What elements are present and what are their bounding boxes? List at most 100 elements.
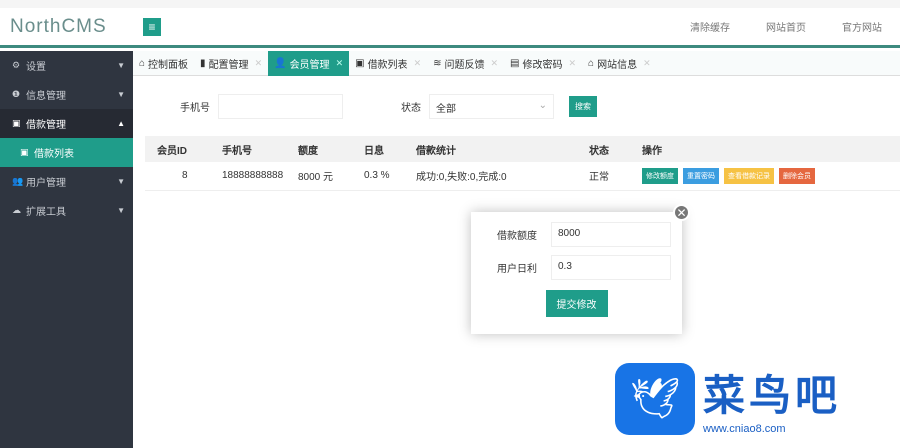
column-header: 借款统计 xyxy=(416,136,589,162)
cell-id: 8 xyxy=(145,162,222,191)
table-row: 8 18888888888 8000 元 0.3 % 成功:0,失败:0,完成:… xyxy=(145,162,900,191)
sidebar-item-label: 用户管理 xyxy=(26,178,66,189)
home-icon: ⌂ xyxy=(588,57,595,69)
tab-members[interactable]: 👤 会员管理 ✕ xyxy=(268,50,350,76)
close-icon[interactable]: ✕ xyxy=(491,58,499,69)
info-icon: ❶ xyxy=(12,89,21,99)
tab-loan-list[interactable]: ▣ 借款列表 ✕ xyxy=(349,51,427,76)
sidebar-item-tools[interactable]: ☁ 扩展工具 ▼ xyxy=(0,196,133,225)
rate-input[interactable]: 0.3 xyxy=(551,255,671,280)
sidebar-item-label: 信息管理 xyxy=(26,91,66,102)
tab-password[interactable]: ▤ 修改密码 ✕ xyxy=(504,51,582,76)
phone-label: 手机号 xyxy=(180,102,210,114)
limit-input[interactable]: 8000 xyxy=(551,222,671,247)
tab-dashboard[interactable]: ⌂ 控制面板 xyxy=(133,51,194,76)
phone-input[interactable] xyxy=(218,93,343,119)
close-icon[interactable]: ✕ xyxy=(673,204,690,221)
sidebar-item-label: 设置 xyxy=(26,62,46,73)
reset-password-button[interactable]: 重置密码 xyxy=(683,167,719,184)
sidebar-item-loan-list[interactable]: ▣ 借款列表 xyxy=(0,138,133,167)
cell-phone: 18888888888 xyxy=(222,162,298,191)
gears-icon: ⚙ xyxy=(12,60,21,70)
calendar-icon: ▣ xyxy=(12,118,21,128)
sidebar-item-label: 借款管理 xyxy=(26,120,66,131)
caret-down-icon: ▼ xyxy=(117,177,125,186)
caret-down-icon: ▼ xyxy=(117,61,125,70)
close-icon[interactable]: ✕ xyxy=(569,58,577,69)
close-icon[interactable]: ✕ xyxy=(643,58,651,69)
status-select-value: 全部 xyxy=(436,103,456,115)
rate-row: 用户日利 0.3 xyxy=(471,255,682,280)
card-icon: ▤ xyxy=(510,57,520,69)
cloud-icon: ☁ xyxy=(12,205,21,215)
watermark: 🕊 菜鸟吧 www.cniao8.com xyxy=(615,362,841,435)
cell-rate: 0.3 % xyxy=(364,162,416,191)
tab-label: 问题反馈 xyxy=(444,59,485,71)
cell-stats: 成功:0,失败:0,完成:0 xyxy=(416,162,589,191)
rss-icon: ≋ xyxy=(433,57,442,69)
search-button[interactable]: 搜索 xyxy=(569,95,597,117)
submit-button[interactable]: 提交修改 xyxy=(545,290,608,317)
caret-up-icon: ▲ xyxy=(117,119,125,128)
sidebar-item-users[interactable]: 👥 用户管理 ▼ xyxy=(0,167,133,196)
limit-row: 借款额度 8000 xyxy=(471,222,682,247)
delete-member-button[interactable]: 删除会员 xyxy=(779,167,815,184)
tab-label: 修改密码 xyxy=(522,59,563,71)
close-icon[interactable]: ✕ xyxy=(336,58,344,69)
header: NorthCMS ≡ 清除缓存 网站首页 官方网站 xyxy=(0,8,900,48)
book-icon: ▮ xyxy=(200,57,206,69)
tab-site-info[interactable]: ⌂ 网站信息 ✕ xyxy=(582,51,657,76)
tab-bar: ⌂ 控制面板 ▮ 配置管理 ✕ 👤 会员管理 ✕ ▣ 借款列表 ✕ ≋ 问题反馈 ✕ ▤ 修改密码 ✕… xyxy=(133,50,900,76)
close-icon[interactable]: ✕ xyxy=(414,58,422,69)
watermark-text: 菜鸟吧 xyxy=(703,371,842,420)
members-table: 会员ID 手机号 额度 日息 借款统计 状态 操作 8 18888888888 … xyxy=(145,136,900,191)
sidebar-item-loans[interactable]: ▣ 借款管理 ▲ xyxy=(0,109,133,138)
user-icon: 👤 xyxy=(274,57,287,69)
tab-label: 配置管理 xyxy=(208,59,249,71)
cell-limit: 8000 元 xyxy=(298,162,364,191)
watermark-url: www.cniao8.com xyxy=(703,423,786,435)
bird-logo-icon: 🕊 xyxy=(615,362,695,435)
users-icon: 👥 xyxy=(12,176,24,186)
caret-down-icon: ▼ xyxy=(117,90,125,99)
sidebar-item-label: 借款列表 xyxy=(34,149,74,160)
view-loans-button[interactable]: 查看借款记录 xyxy=(724,167,774,184)
rate-label: 用户日利 xyxy=(497,264,537,275)
column-header: 操作 xyxy=(642,136,900,162)
header-links: 清除缓存 网站首页 官方网站 xyxy=(672,19,900,34)
caret-down-icon: ▼ xyxy=(117,206,125,215)
column-header: 日息 xyxy=(364,136,416,162)
status-select[interactable]: 全部 ⌄ xyxy=(429,93,554,119)
limit-label: 借款额度 xyxy=(497,231,537,242)
site-home-link[interactable]: 网站首页 xyxy=(748,19,824,34)
tab-config[interactable]: ▮ 配置管理 ✕ xyxy=(194,51,268,76)
tab-label: 网站信息 xyxy=(597,59,638,71)
chevron-down-icon: ⌄ xyxy=(538,99,547,111)
tab-label: 控制面板 xyxy=(148,59,189,71)
table-header: 会员ID 手机号 额度 日息 借款统计 状态 操作 xyxy=(145,136,900,162)
column-header: 额度 xyxy=(298,136,364,162)
tab-label: 借款列表 xyxy=(367,59,408,71)
calendar-icon: ▣ xyxy=(355,57,365,69)
cell-actions: 修改额度 重置密码 查看借款记录 删除会员 xyxy=(642,162,900,191)
search-bar: 手机号 状态 全部 ⌄ 搜索 xyxy=(133,76,900,136)
browser-strip xyxy=(0,0,900,8)
edit-limit-button[interactable]: 修改额度 xyxy=(642,167,678,184)
column-header: 手机号 xyxy=(222,136,298,162)
sidebar: ⚙ 设置 ▼ ❶ 信息管理 ▼ ▣ 借款管理 ▲ ▣ 借款列表 👥 用户管理 ▼ ☁ 扩展工具 ▼ xyxy=(0,51,133,448)
column-header: 状态 xyxy=(589,136,642,162)
sidebar-item-label: 扩展工具 xyxy=(26,207,66,218)
calendar-icon: ▣ xyxy=(20,147,29,157)
menu-toggle-button[interactable]: ≡ xyxy=(143,17,161,36)
clear-cache-link[interactable]: 清除缓存 xyxy=(672,19,748,34)
sidebar-item-settings[interactable]: ⚙ 设置 ▼ xyxy=(0,51,133,80)
cell-status: 正常 xyxy=(589,162,642,191)
tab-feedback[interactable]: ≋ 问题反馈 ✕ xyxy=(427,51,504,76)
sidebar-item-info[interactable]: ❶ 信息管理 ▼ xyxy=(0,80,133,109)
tab-label: 会员管理 xyxy=(289,59,330,71)
close-icon[interactable]: ✕ xyxy=(255,58,263,69)
status-label: 状态 xyxy=(401,102,421,114)
official-site-link[interactable]: 官方网站 xyxy=(824,19,900,34)
logo: NorthCMS xyxy=(10,15,107,37)
edit-modal: ✕ 借款额度 8000 用户日利 0.3 提交修改 xyxy=(471,204,690,334)
